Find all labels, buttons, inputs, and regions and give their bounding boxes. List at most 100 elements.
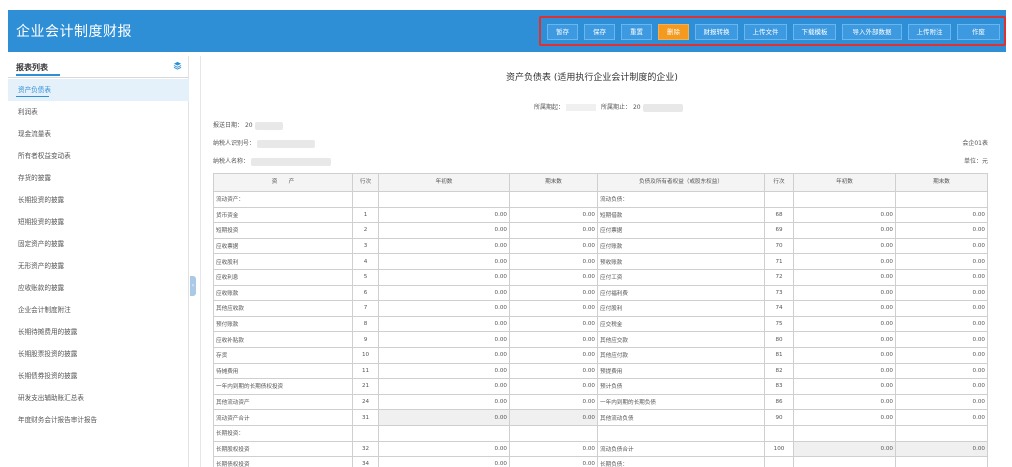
taxpayer-name-field[interactable] xyxy=(250,157,331,166)
amount-cell[interactable]: 0.00 xyxy=(793,409,896,426)
delete-button[interactable]: 删除 xyxy=(658,24,689,40)
sidebar-item[interactable]: 资产负债表 xyxy=(8,79,189,101)
amount-cell[interactable]: 0.00 xyxy=(509,346,598,364)
amount-cell[interactable]: 0.00 xyxy=(793,268,896,286)
amount-cell[interactable]: 0.00 xyxy=(378,300,510,317)
amount-cell[interactable] xyxy=(793,456,896,467)
amount-cell[interactable]: 0.00 xyxy=(895,393,988,411)
temp-save-button[interactable]: 暂存 xyxy=(547,24,578,40)
sidebar-item[interactable]: 应收账款的披露 xyxy=(8,277,189,299)
amount-cell[interactable]: 0.00 xyxy=(378,315,510,333)
amount-cell[interactable] xyxy=(793,424,896,442)
sidebar-item[interactable]: 长期股票投资的披露 xyxy=(8,343,189,365)
amount-cell[interactable]: 0.00 xyxy=(895,362,988,380)
amount-cell[interactable] xyxy=(895,456,988,467)
amount-cell[interactable]: 0.00 xyxy=(509,440,598,458)
amount-cell[interactable] xyxy=(509,424,598,442)
amount-cell[interactable]: 0.00 xyxy=(509,222,598,239)
amount-cell[interactable]: 0.00 xyxy=(378,206,510,224)
amount-cell[interactable]: 0.00 xyxy=(793,393,896,411)
amount-cell[interactable]: 0.00 xyxy=(378,268,510,286)
amount-cell[interactable]: 0.00 xyxy=(793,237,896,255)
amount-cell[interactable] xyxy=(378,191,510,208)
amount-cell[interactable]: 0.00 xyxy=(509,300,598,317)
amount-cell[interactable]: 0.00 xyxy=(378,409,510,426)
amount-cell[interactable]: 0.00 xyxy=(509,237,598,255)
layers-icon[interactable] xyxy=(173,61,182,70)
amount-cell[interactable]: 0.00 xyxy=(793,346,896,364)
amount-cell[interactable]: 0.00 xyxy=(378,362,510,380)
amount-cell[interactable]: 0.00 xyxy=(509,393,598,411)
amount-cell[interactable] xyxy=(378,424,510,442)
report-convert-button[interactable]: 财报转换 xyxy=(695,24,738,40)
amount-cell[interactable]: 0.00 xyxy=(793,284,896,302)
amount-cell[interactable]: 0.00 xyxy=(793,222,896,239)
sidebar-item[interactable]: 短期投资的披露 xyxy=(8,211,189,233)
sidebar-item[interactable]: 研发支出辅助账汇总表 xyxy=(8,387,189,409)
amount-cell[interactable]: 0.00 xyxy=(895,331,988,348)
report-date-field[interactable] xyxy=(254,121,283,130)
amount-cell[interactable]: 0.00 xyxy=(895,409,988,426)
amount-cell[interactable]: 0.00 xyxy=(378,393,510,411)
import-external-data-button[interactable]: 导入外部数据 xyxy=(842,24,902,40)
amount-cell[interactable]: 0.00 xyxy=(509,268,598,286)
amount-cell[interactable]: 0.00 xyxy=(509,362,598,380)
amount-cell[interactable]: 0.00 xyxy=(378,440,510,458)
amount-cell[interactable]: 0.00 xyxy=(378,378,510,395)
amount-cell[interactable]: 0.00 xyxy=(793,300,896,317)
download-template-button[interactable]: 下载模板 xyxy=(793,24,836,40)
amount-cell[interactable]: 0.00 xyxy=(793,315,896,333)
amount-cell[interactable]: 0.00 xyxy=(895,346,988,364)
amount-cell[interactable]: 0.00 xyxy=(793,440,896,458)
amount-cell[interactable]: 0.00 xyxy=(793,331,896,348)
amount-cell[interactable]: 0.00 xyxy=(793,253,896,270)
amount-cell[interactable]: 0.00 xyxy=(509,378,598,395)
taxpayer-id-field[interactable] xyxy=(256,139,315,148)
amount-cell[interactable]: 0.00 xyxy=(509,284,598,302)
amount-cell[interactable]: 0.00 xyxy=(509,409,598,426)
amount-cell[interactable]: 0.00 xyxy=(895,206,988,224)
amount-cell[interactable]: 0.00 xyxy=(509,253,598,270)
amount-cell[interactable]: 0.00 xyxy=(378,456,510,467)
sidebar-item[interactable]: 所有者权益变动表 xyxy=(8,145,189,167)
amount-cell[interactable] xyxy=(509,191,598,208)
sidebar-item[interactable]: 固定资产的披露 xyxy=(8,233,189,255)
sidebar-item[interactable]: 利润表 xyxy=(8,101,189,123)
sidebar-item[interactable]: 年度财务会计报告审计报告 xyxy=(8,409,189,431)
amount-cell[interactable]: 0.00 xyxy=(378,284,510,302)
amount-cell[interactable]: 0.00 xyxy=(378,222,510,239)
amount-cell[interactable]: 0.00 xyxy=(509,315,598,333)
amount-cell[interactable]: 0.00 xyxy=(378,346,510,364)
amount-cell[interactable]: 0.00 xyxy=(895,268,988,286)
reset-button[interactable]: 重置 xyxy=(621,24,652,40)
amount-cell[interactable]: 0.00 xyxy=(793,378,896,395)
amount-cell[interactable]: 0.00 xyxy=(793,206,896,224)
sidebar-collapse-toggle[interactable]: ‹ xyxy=(190,276,196,296)
save-button[interactable]: 保存 xyxy=(584,24,615,40)
amount-cell[interactable]: 0.00 xyxy=(509,456,598,467)
amount-cell[interactable]: 0.00 xyxy=(378,331,510,348)
upload-notes-button[interactable]: 上传附注 xyxy=(908,24,951,40)
amount-cell[interactable]: 0.00 xyxy=(895,284,988,302)
amount-cell[interactable]: 0.00 xyxy=(895,222,988,239)
sidebar-item[interactable]: 无形资产的披露 xyxy=(8,255,189,277)
amount-cell[interactable]: 0.00 xyxy=(378,237,510,255)
amount-cell[interactable] xyxy=(793,191,896,208)
amount-cell[interactable]: 0.00 xyxy=(895,315,988,333)
sidebar-item[interactable]: 现金流量表 xyxy=(8,123,189,145)
sidebar-item[interactable]: 存货的披露 xyxy=(8,167,189,189)
sidebar-item[interactable]: 企业会计制度附注 xyxy=(8,299,189,321)
amount-cell[interactable]: 0.00 xyxy=(895,440,988,458)
amount-cell[interactable]: 0.00 xyxy=(509,206,598,224)
sidebar-item[interactable]: 长期债券投资的披露 xyxy=(8,365,189,387)
sidebar-item[interactable]: 长期投资的披露 xyxy=(8,189,189,211)
period-start-field[interactable] xyxy=(565,104,596,111)
amount-cell[interactable]: 0.00 xyxy=(895,300,988,317)
sidebar-item[interactable]: 长期待摊费用的披露 xyxy=(8,321,189,343)
amount-cell[interactable]: 0.00 xyxy=(378,253,510,270)
void-button[interactable]: 作废 xyxy=(957,24,1000,40)
period-end-field[interactable] xyxy=(642,103,683,112)
amount-cell[interactable]: 0.00 xyxy=(895,378,988,395)
amount-cell[interactable] xyxy=(895,191,988,208)
amount-cell[interactable]: 0.00 xyxy=(509,331,598,348)
